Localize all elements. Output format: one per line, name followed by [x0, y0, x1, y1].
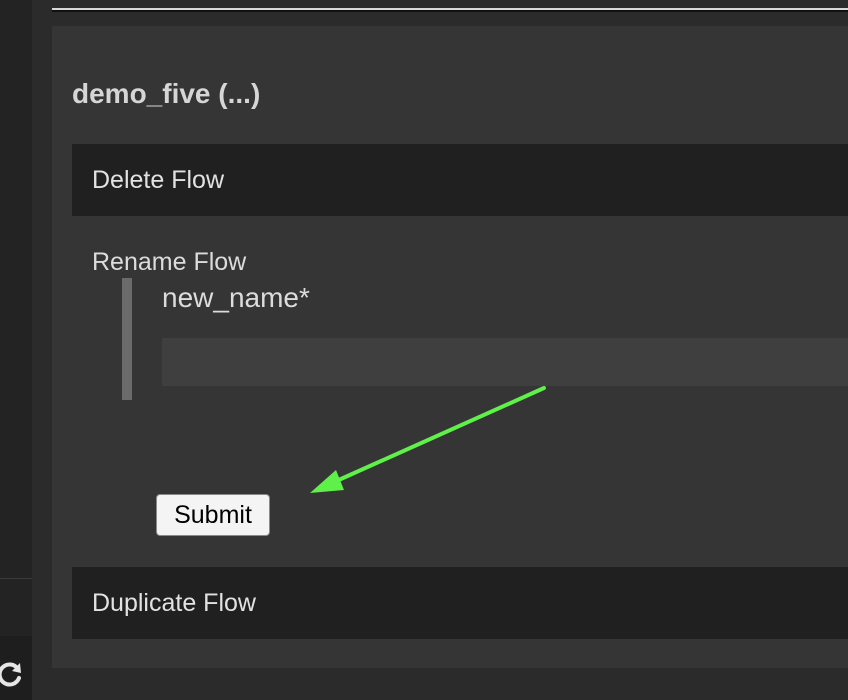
flow-settings-panel: demo_five (...) Delete Flow Rename Flow …	[52, 26, 848, 668]
new-name-label: new_name*	[162, 282, 310, 313]
app-root: demo_five (...) Delete Flow Rename Flow …	[0, 0, 848, 700]
new-name-input[interactable]	[162, 338, 848, 386]
duplicate-flow-label: Duplicate Flow	[92, 588, 256, 617]
left-sidebar	[0, 0, 32, 700]
page-title: demo_five (...)	[72, 78, 261, 109]
refresh-icon[interactable]	[0, 660, 24, 688]
top-divider-dark	[52, 10, 848, 12]
sidebar-divider	[0, 578, 32, 579]
rename-flow-heading: Rename Flow	[92, 248, 247, 276]
delete-flow-label: Delete Flow	[92, 165, 224, 194]
duplicate-flow-section[interactable]: Duplicate Flow	[72, 567, 848, 639]
submit-button[interactable]: Submit	[156, 494, 270, 536]
new-name-field-group: new_name*	[122, 278, 848, 400]
field-rail	[122, 278, 132, 400]
delete-flow-section[interactable]: Delete Flow	[72, 144, 848, 216]
